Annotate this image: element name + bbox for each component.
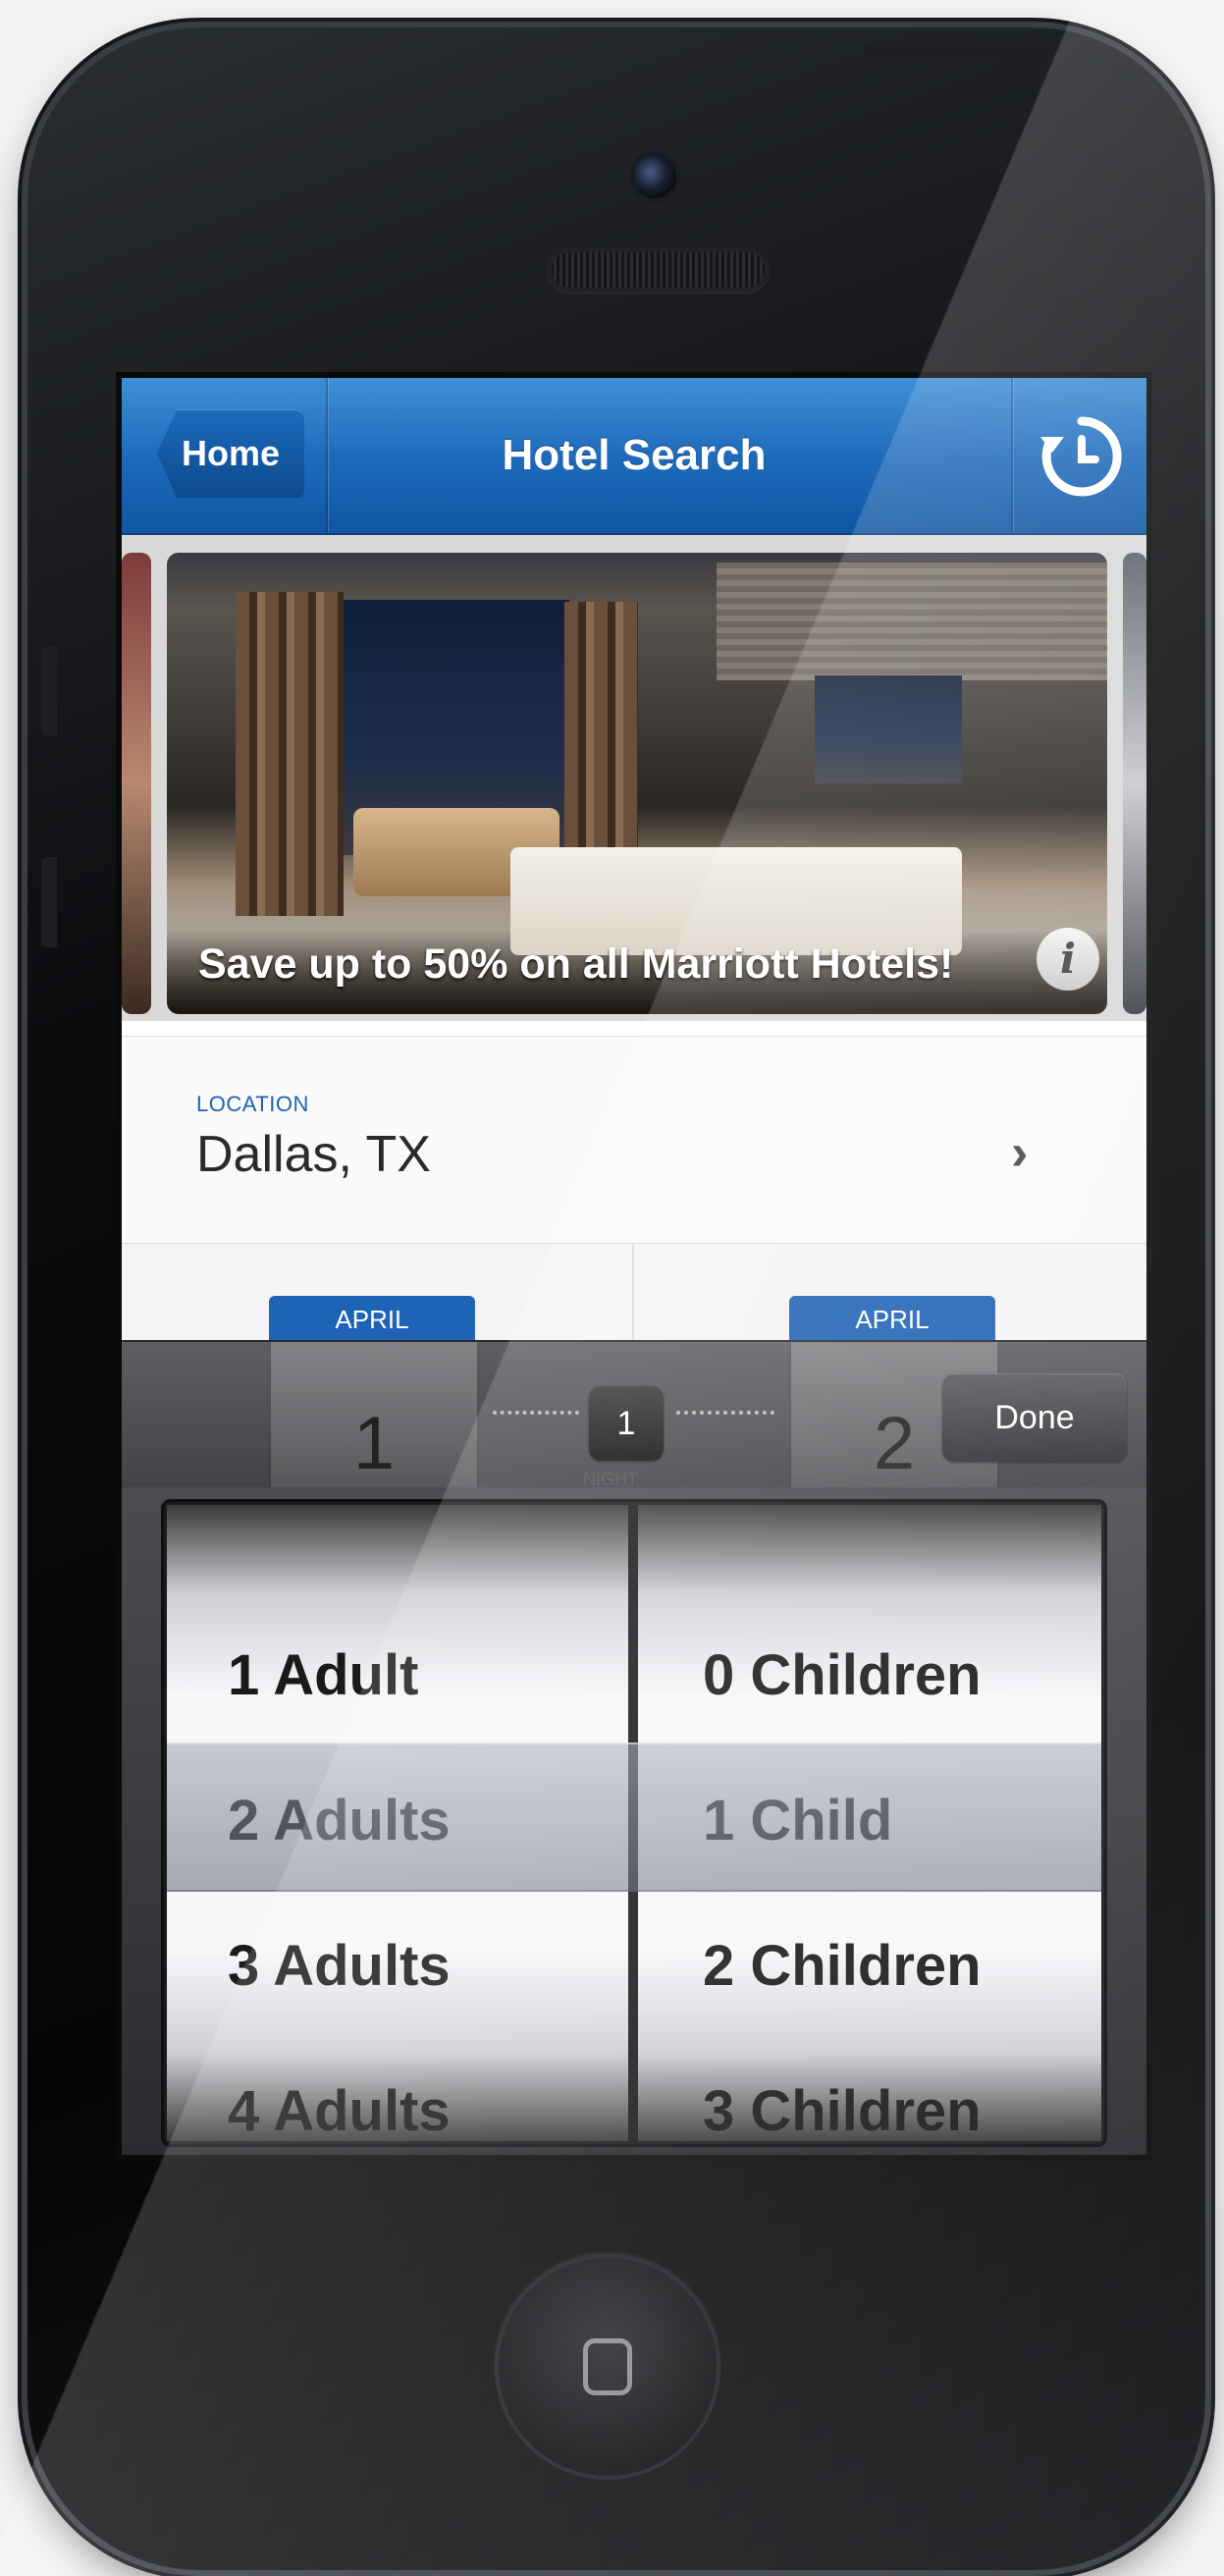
checkin-day: 1: [352, 1402, 396, 1485]
volume-down-button: [41, 857, 57, 947]
page-title: Hotel Search: [502, 431, 767, 479]
location-value: Dallas, TX: [196, 1126, 431, 1183]
info-button[interactable]: i: [1037, 928, 1099, 991]
children-option[interactable]: 3 Children: [638, 2039, 1101, 2141]
children-wheel[interactable]: 0 Children 1 Child 2 Children 3 Children: [638, 1505, 1101, 2141]
children-option[interactable]: 1 Child: [638, 1748, 1101, 1894]
location-row[interactable]: LOCATION Dallas, TX ›: [122, 1036, 1146, 1245]
done-button[interactable]: Done: [942, 1373, 1127, 1462]
promo-caption: Save up to 50% on all Marriott Hotels!: [198, 940, 954, 988]
adults-option[interactable]: 3 Adults: [167, 1894, 628, 2039]
curtain-left: [236, 592, 344, 916]
hotel-room-image[interactable]: Save up to 50% on all Marriott Hotels! i: [167, 553, 1107, 1014]
adults-option[interactable]: 2 Adults: [167, 1748, 628, 1894]
navigation-bar: Home Hotel Search: [122, 378, 1146, 535]
chevron-right-icon: ›: [1011, 1124, 1029, 1181]
adults-option[interactable]: 4 Adults: [167, 2039, 628, 2141]
dotted-connector: [493, 1411, 579, 1419]
app-screen: Home Hotel Search Save up to 50% on all …: [122, 378, 1146, 2155]
home-square-icon: [583, 2338, 632, 2395]
guest-picker: 1 Adult 2 Adults 3 Adults 4 Adults 0 Chi…: [122, 1487, 1146, 2155]
mute-switch: [41, 405, 57, 518]
dates-divider: [632, 1244, 634, 1342]
carousel-prev-peek[interactable]: [122, 553, 151, 1014]
wall-panel: [717, 563, 1107, 680]
carousel-next-peek[interactable]: [1123, 553, 1146, 1014]
adults-wheel[interactable]: 1 Adult 2 Adults 3 Adults 4 Adults: [167, 1505, 628, 2141]
sleep-button: [864, 41, 1060, 63]
children-option[interactable]: 0 Children: [638, 1603, 1101, 1748]
adults-option[interactable]: 1 Adult: [167, 1603, 628, 1748]
front-camera: [633, 155, 676, 198]
volume-up-button: [41, 646, 57, 736]
children-option[interactable]: 2 Children: [638, 1894, 1101, 2039]
nights-count-badge: 1: [589, 1386, 664, 1461]
bed: [510, 847, 962, 955]
checkin-month: APRIL: [269, 1296, 475, 1343]
nav-divider: [1011, 378, 1013, 533]
checkin-date-card[interactable]: MON 1: [269, 1342, 479, 1489]
location-label: LOCATION: [196, 1092, 309, 1116]
window-view-right: [815, 675, 962, 783]
picker-frame: 1 Adult 2 Adults 3 Adults 4 Adults 0 Chi…: [161, 1499, 1107, 2147]
history-button[interactable]: [1033, 407, 1131, 506]
dotted-connector: [676, 1411, 774, 1419]
checkout-month: APRIL: [789, 1296, 995, 1343]
home-button[interactable]: [495, 2254, 720, 2480]
history-clock-icon: [1040, 416, 1122, 497]
earpiece-speaker: [548, 248, 769, 292]
picker-toolbar: MON 1 1 NIGHT TUE 2 Done: [122, 1340, 1146, 1489]
